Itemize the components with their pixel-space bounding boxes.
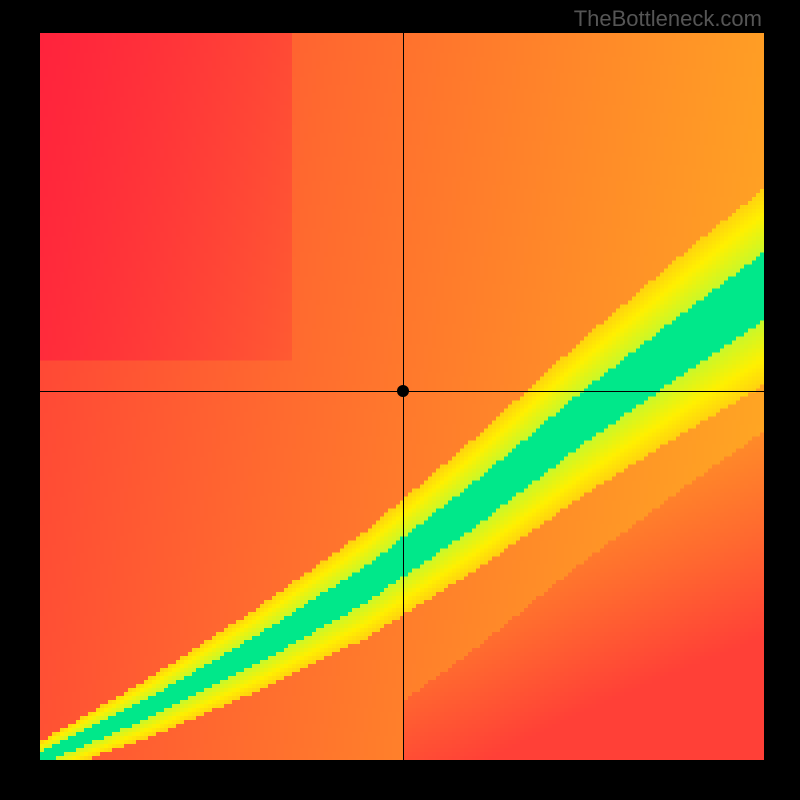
watermark-text: TheBottleneck.com (574, 6, 762, 32)
data-marker (397, 385, 409, 397)
plot-area (40, 33, 764, 760)
